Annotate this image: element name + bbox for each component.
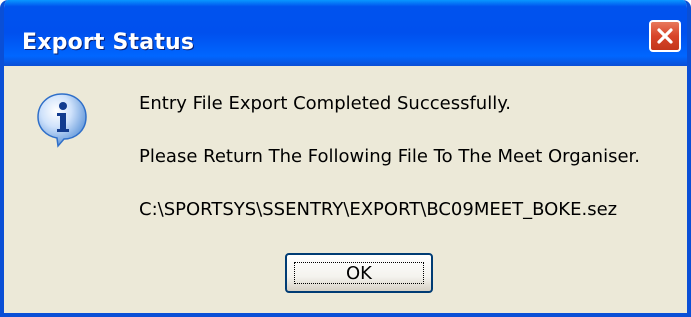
close-button[interactable]	[649, 20, 681, 52]
instruction-message: Please Return The Following File To The …	[139, 146, 641, 167]
export-file-path: C:\SPORTSYS\SSENTRY\EXPORT\BC09MEET_BOKE…	[139, 199, 618, 220]
information-icon	[37, 93, 87, 148]
success-message: Entry File Export Completed Successfully…	[139, 93, 512, 114]
window-title: Export Status	[22, 30, 195, 55]
title-bar[interactable]: Export Status	[4, 0, 687, 66]
ok-button-label: OK	[294, 262, 424, 284]
ok-button[interactable]: OK	[285, 253, 433, 293]
close-icon	[657, 28, 673, 44]
export-status-dialog: Export Status Entry File Export Complete…	[0, 0, 691, 317]
